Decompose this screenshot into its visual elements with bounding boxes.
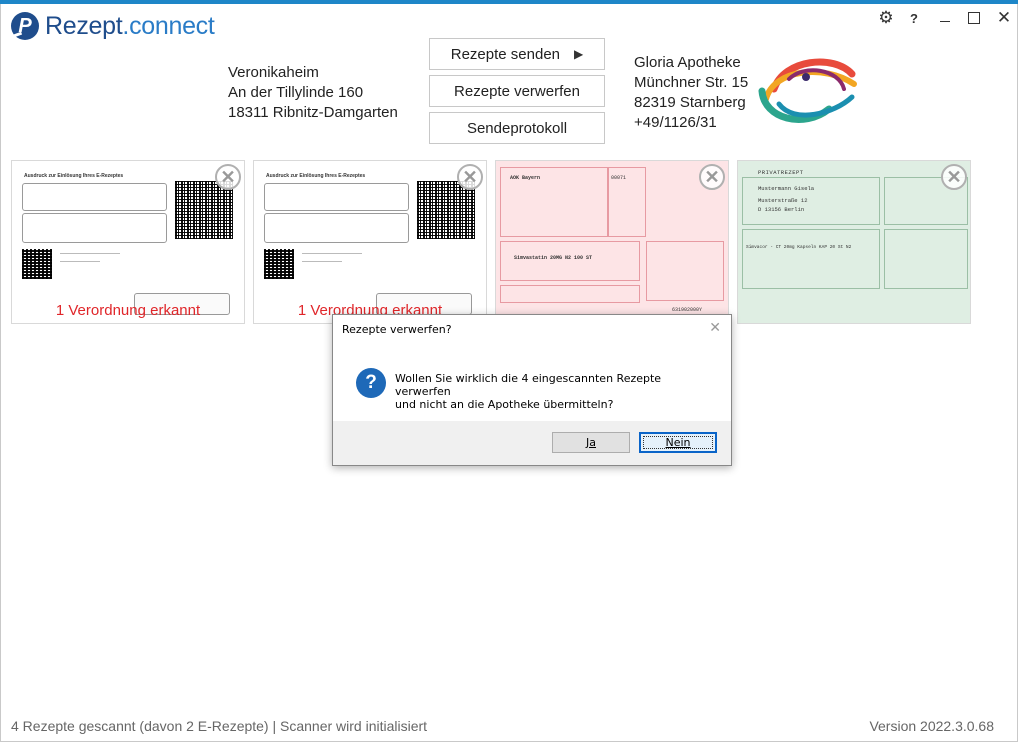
no-label: Nein bbox=[665, 436, 691, 449]
logo-prefix: Rezept bbox=[45, 11, 123, 40]
card-status-text: 1 Verordnung erkannt bbox=[55, 302, 201, 319]
card-doc-box bbox=[22, 213, 167, 243]
logo-text: Rezept.connect bbox=[45, 12, 215, 41]
dialog-close-icon[interactable]: ✕ bbox=[709, 320, 721, 336]
prescription-card[interactable]: ✕ AOK Bayern 00071 Simvastatin 20MG N2 1… bbox=[495, 160, 729, 324]
form-field bbox=[500, 241, 640, 281]
customer-city: 18311 Ribnitz-Damgarten bbox=[228, 104, 398, 121]
pharmacy-address: Gloria Apotheke Münchner Str. 15 82319 S… bbox=[634, 53, 748, 133]
dialog-message-line: Wollen Sie wirklich die 4 eingescannten … bbox=[395, 372, 662, 398]
dialog-footer: Ja Nein bbox=[333, 421, 731, 465]
customer-street: An der Tillylinde 160 bbox=[228, 84, 364, 101]
customer-address: Veronikaheim An der Tillylinde 160 18311… bbox=[228, 63, 398, 123]
qr-code-icon bbox=[22, 249, 52, 279]
dialog-title: Rezepte verwerfen? bbox=[342, 323, 452, 336]
form-code: 631902000Y bbox=[672, 307, 703, 313]
form-patient-city: D 13156 Berlin bbox=[758, 206, 805, 213]
play-icon: ▶ bbox=[574, 47, 584, 61]
version-text: Version 2022.3.0.68 bbox=[869, 718, 994, 734]
yes-button[interactable]: Ja bbox=[552, 432, 630, 453]
help-button[interactable]: ? bbox=[904, 9, 924, 27]
dialog-message: Wollen Sie wirklich die 4 eingescannten … bbox=[395, 372, 715, 411]
logo-mark-icon: P bbox=[11, 12, 39, 40]
prescription-card[interactable]: ✕ PRIVATREZEPT Mustermann Gisela Musters… bbox=[737, 160, 971, 324]
form-patient-name: Mustermann Gisela bbox=[758, 185, 815, 192]
form-header: PRIVATREZEPT bbox=[758, 169, 804, 176]
prescription-card[interactable]: ✕ Ausdruck zur Einlösung Ihres E-Rezepte… bbox=[11, 160, 245, 324]
send-log-button[interactable]: Sendeprotokoll bbox=[429, 112, 605, 144]
doc-line bbox=[302, 261, 342, 262]
prescription-card[interactable]: ✕ Ausdruck zur Einlösung Ihres E-Rezepte… bbox=[253, 160, 487, 324]
customer-name: Veronikaheim bbox=[228, 64, 319, 81]
card-doc-title: Ausdruck zur Einlösung Ihres E-Rezeptes bbox=[24, 173, 124, 179]
form-drug: Simvastatin 20MG N2 100 ST bbox=[514, 255, 593, 261]
pharmacy-logo-icon bbox=[758, 58, 857, 123]
doc-line bbox=[60, 261, 100, 262]
remove-card-close-icon[interactable]: ✕ bbox=[699, 164, 725, 190]
doc-line bbox=[302, 253, 362, 254]
doc-line bbox=[60, 253, 120, 254]
settings-gear-icon[interactable]: ⚙ bbox=[876, 8, 896, 27]
pharmacy-street: Münchner Str. 15 bbox=[634, 74, 749, 91]
send-label: Rezepte senden bbox=[450, 45, 560, 63]
confirm-discard-dialog: Rezepte verwerfen? ✕ ? Wollen Sie wirkli… bbox=[332, 314, 732, 466]
status-bar-text: 4 Rezepte gescannt (davon 2 E-Rezepte) |… bbox=[11, 718, 428, 734]
app-logo: P Rezept.connect bbox=[11, 10, 215, 42]
send-prescriptions-button[interactable]: Rezepte senden ▶ bbox=[429, 38, 605, 70]
form-drug: Simvacor - CT 20mg Kapseln KAP 20 St N2 bbox=[746, 245, 852, 250]
remove-card-close-icon[interactable]: ✕ bbox=[457, 164, 483, 190]
form-insurer: AOK Bayern bbox=[510, 175, 541, 181]
pharmacy-name: Gloria Apotheke bbox=[634, 54, 741, 71]
card-doc-box bbox=[264, 183, 409, 211]
form-field bbox=[646, 241, 724, 301]
maximize-button[interactable] bbox=[964, 9, 984, 27]
card-doc-box bbox=[22, 183, 167, 211]
close-window-button[interactable]: ✕ bbox=[994, 8, 1014, 27]
minimize-button[interactable] bbox=[935, 9, 955, 27]
remove-card-close-icon[interactable]: ✕ bbox=[215, 164, 241, 190]
pharmacy-city: 82319 Starnberg bbox=[634, 94, 746, 111]
form-field bbox=[742, 229, 880, 289]
form-patient-street: Musterstraße 12 bbox=[758, 197, 808, 204]
question-icon: ? bbox=[356, 368, 386, 398]
remove-card-close-icon[interactable]: ✕ bbox=[941, 164, 967, 190]
form-field bbox=[884, 229, 968, 289]
pharmacy-phone: +49/1126/31 bbox=[634, 114, 717, 131]
qr-code-icon bbox=[264, 249, 294, 279]
card-doc-box bbox=[264, 213, 409, 243]
discard-prescriptions-button[interactable]: Rezepte verwerfen bbox=[429, 75, 605, 107]
form-number: 00071 bbox=[611, 175, 627, 181]
card-doc-title: Ausdruck zur Einlösung Ihres E-Rezeptes bbox=[266, 173, 366, 179]
logo-suffix: .connect bbox=[122, 11, 215, 40]
dialog-message-line: und nicht an die Apotheke übermitteln? bbox=[395, 398, 614, 411]
form-field bbox=[500, 285, 640, 303]
no-button[interactable]: Nein bbox=[639, 432, 717, 453]
yes-label: Ja bbox=[586, 436, 596, 449]
